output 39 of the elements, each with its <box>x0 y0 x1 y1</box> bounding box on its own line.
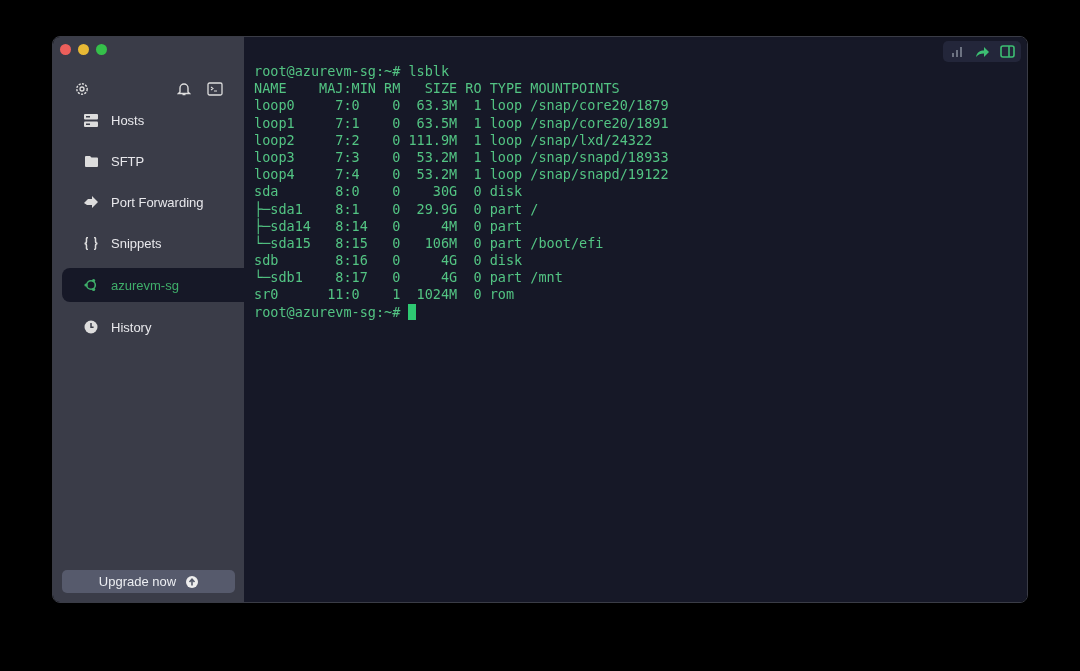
braces-icon <box>84 236 98 250</box>
upgrade-button[interactable]: Upgrade now <box>62 570 235 593</box>
signal-icon[interactable] <box>951 46 965 57</box>
terminal-line: loop2 7:2 0 111.9M 1 loop /snap/lxd/24322 <box>254 131 654 149</box>
sidebar-item[interactable]: azurevm-sg <box>62 268 244 302</box>
zoom-icon[interactable] <box>96 44 107 55</box>
terminal-line: └─sda15 8:15 0 106M 0 part /boot/efi <box>254 234 605 253</box>
terminal-line: loop1 7:1 0 63.5M 1 loop /snap/core20/1891 <box>254 114 670 132</box>
terminal-line: loop3 7:3 0 53.2M 1 loop /snap/snapd/18933 <box>254 148 670 167</box>
terminal-line: sr0 11:0 1 1024M 0 rom <box>254 286 516 304</box>
text-cursor <box>408 304 417 321</box>
sidebar-item[interactable]: History <box>62 307 244 347</box>
terminal-line: ├─sda14 8:14 0 4M 0 part <box>254 217 524 235</box>
terminal-line: loop4 7:4 0 53.2M 1 loop /snap/snapd/19122 <box>254 166 670 184</box>
clock-icon <box>84 320 98 334</box>
folder-icon <box>84 155 98 167</box>
terminal-line: root@azurevm-sg:~# lsblk <box>254 63 451 81</box>
forward-arrow-icon <box>84 196 98 208</box>
terminal-line: sda 8:0 0 30G 0 disk <box>254 183 524 201</box>
bell-icon[interactable] <box>177 81 191 97</box>
close-icon[interactable] <box>60 44 71 55</box>
split-view-icon[interactable] <box>1000 45 1015 58</box>
terminal-line: NAME MAJ:MIN RM SIZE RO TYPE MOUNTPOINTS <box>254 80 621 98</box>
server-icon <box>84 113 98 127</box>
sidebar-item[interactable]: Snippets <box>62 223 244 263</box>
terminal-line: ├─sda1 8:1 0 29.9G 0 part / <box>254 200 540 218</box>
terminal-line: └─sdb1 8:17 0 4G 0 part /mnt <box>254 269 564 287</box>
sidebar-item[interactable]: Hosts <box>62 100 244 140</box>
terminal-icon[interactable] <box>207 82 223 96</box>
terminal-prompt: root@azurevm-sg:~# <box>254 303 401 321</box>
share-arrow-icon[interactable] <box>975 45 990 58</box>
up-arrow-icon <box>186 575 199 588</box>
sidebar-item[interactable]: Port Forwarding <box>62 182 244 222</box>
terminal-line: loop0 7:0 0 63.3M 1 loop /snap/core20/1879 <box>254 97 670 115</box>
minimize-icon[interactable] <box>78 44 89 55</box>
ubuntu-icon <box>84 278 98 292</box>
sidebar-item[interactable]: SFTP <box>62 141 244 181</box>
settings-icon[interactable] <box>74 81 90 97</box>
terminal-line: sdb 8:16 0 4G 0 disk <box>254 252 524 269</box>
